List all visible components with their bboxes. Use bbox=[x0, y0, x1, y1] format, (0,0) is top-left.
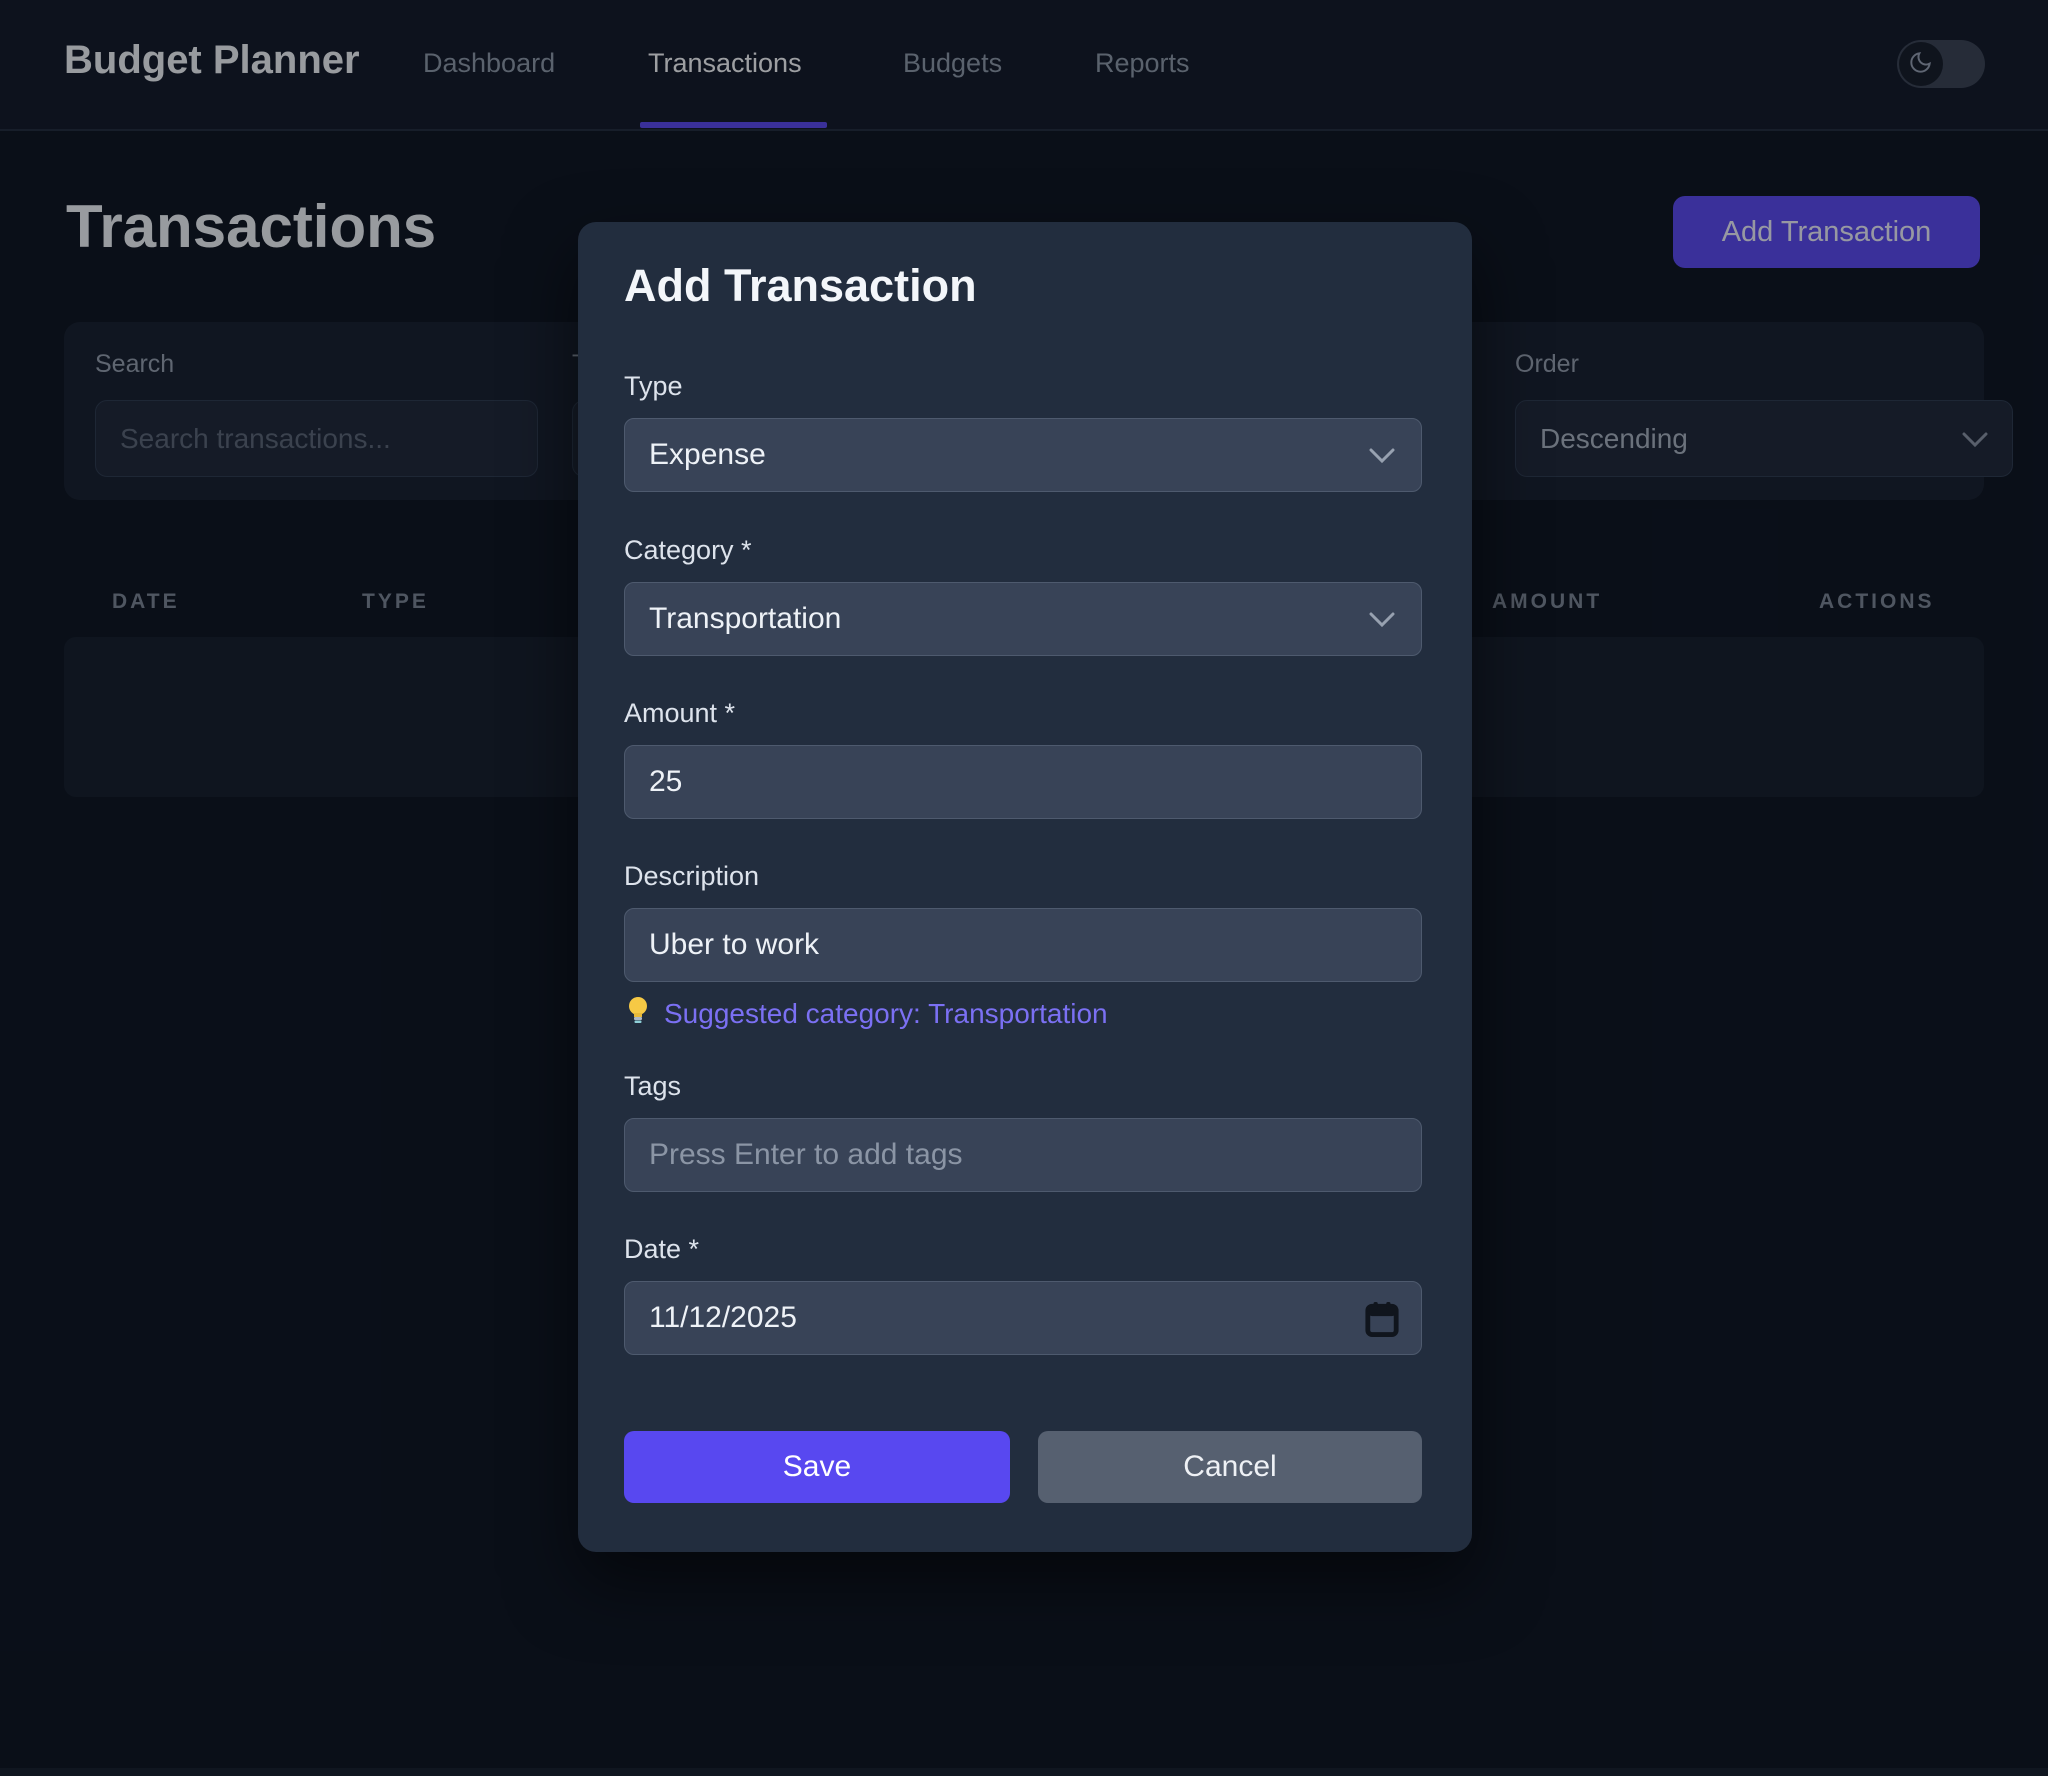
category-select[interactable]: Transportation bbox=[624, 582, 1422, 656]
amount-input[interactable] bbox=[624, 745, 1422, 819]
date-input[interactable]: 11/12/2025 bbox=[624, 1281, 1422, 1355]
date-input-value: 11/12/2025 bbox=[649, 1301, 797, 1335]
amount-field-label: Amount * bbox=[624, 698, 735, 729]
suggested-category-hint[interactable]: Suggested category: Transportation bbox=[624, 994, 1108, 1033]
type-select-value: Expense bbox=[649, 438, 766, 472]
tags-input[interactable] bbox=[624, 1118, 1422, 1192]
save-button[interactable]: Save bbox=[624, 1431, 1010, 1503]
calendar-icon[interactable] bbox=[1365, 1300, 1399, 1346]
tags-field-label: Tags bbox=[624, 1071, 681, 1102]
modal-title: Add Transaction bbox=[624, 260, 977, 312]
description-field-label: Description bbox=[624, 861, 759, 892]
chevron-down-icon bbox=[1369, 438, 1395, 472]
add-transaction-modal: Add Transaction Type Expense Category * … bbox=[578, 222, 1472, 1552]
description-input[interactable] bbox=[624, 908, 1422, 982]
chevron-down-icon bbox=[1369, 602, 1395, 636]
suggested-category-text: Suggested category: Transportation bbox=[664, 998, 1108, 1030]
category-select-value: Transportation bbox=[649, 602, 841, 636]
category-field-label: Category * bbox=[624, 535, 752, 566]
cancel-button[interactable]: Cancel bbox=[1038, 1431, 1422, 1503]
date-field-label: Date * bbox=[624, 1234, 699, 1265]
budget-planner-app: Budget Planner Dashboard Transactions Bu… bbox=[0, 0, 2048, 1776]
lightbulb-icon bbox=[624, 994, 652, 1033]
type-select[interactable]: Expense bbox=[624, 418, 1422, 492]
type-field-label: Type bbox=[624, 371, 683, 402]
